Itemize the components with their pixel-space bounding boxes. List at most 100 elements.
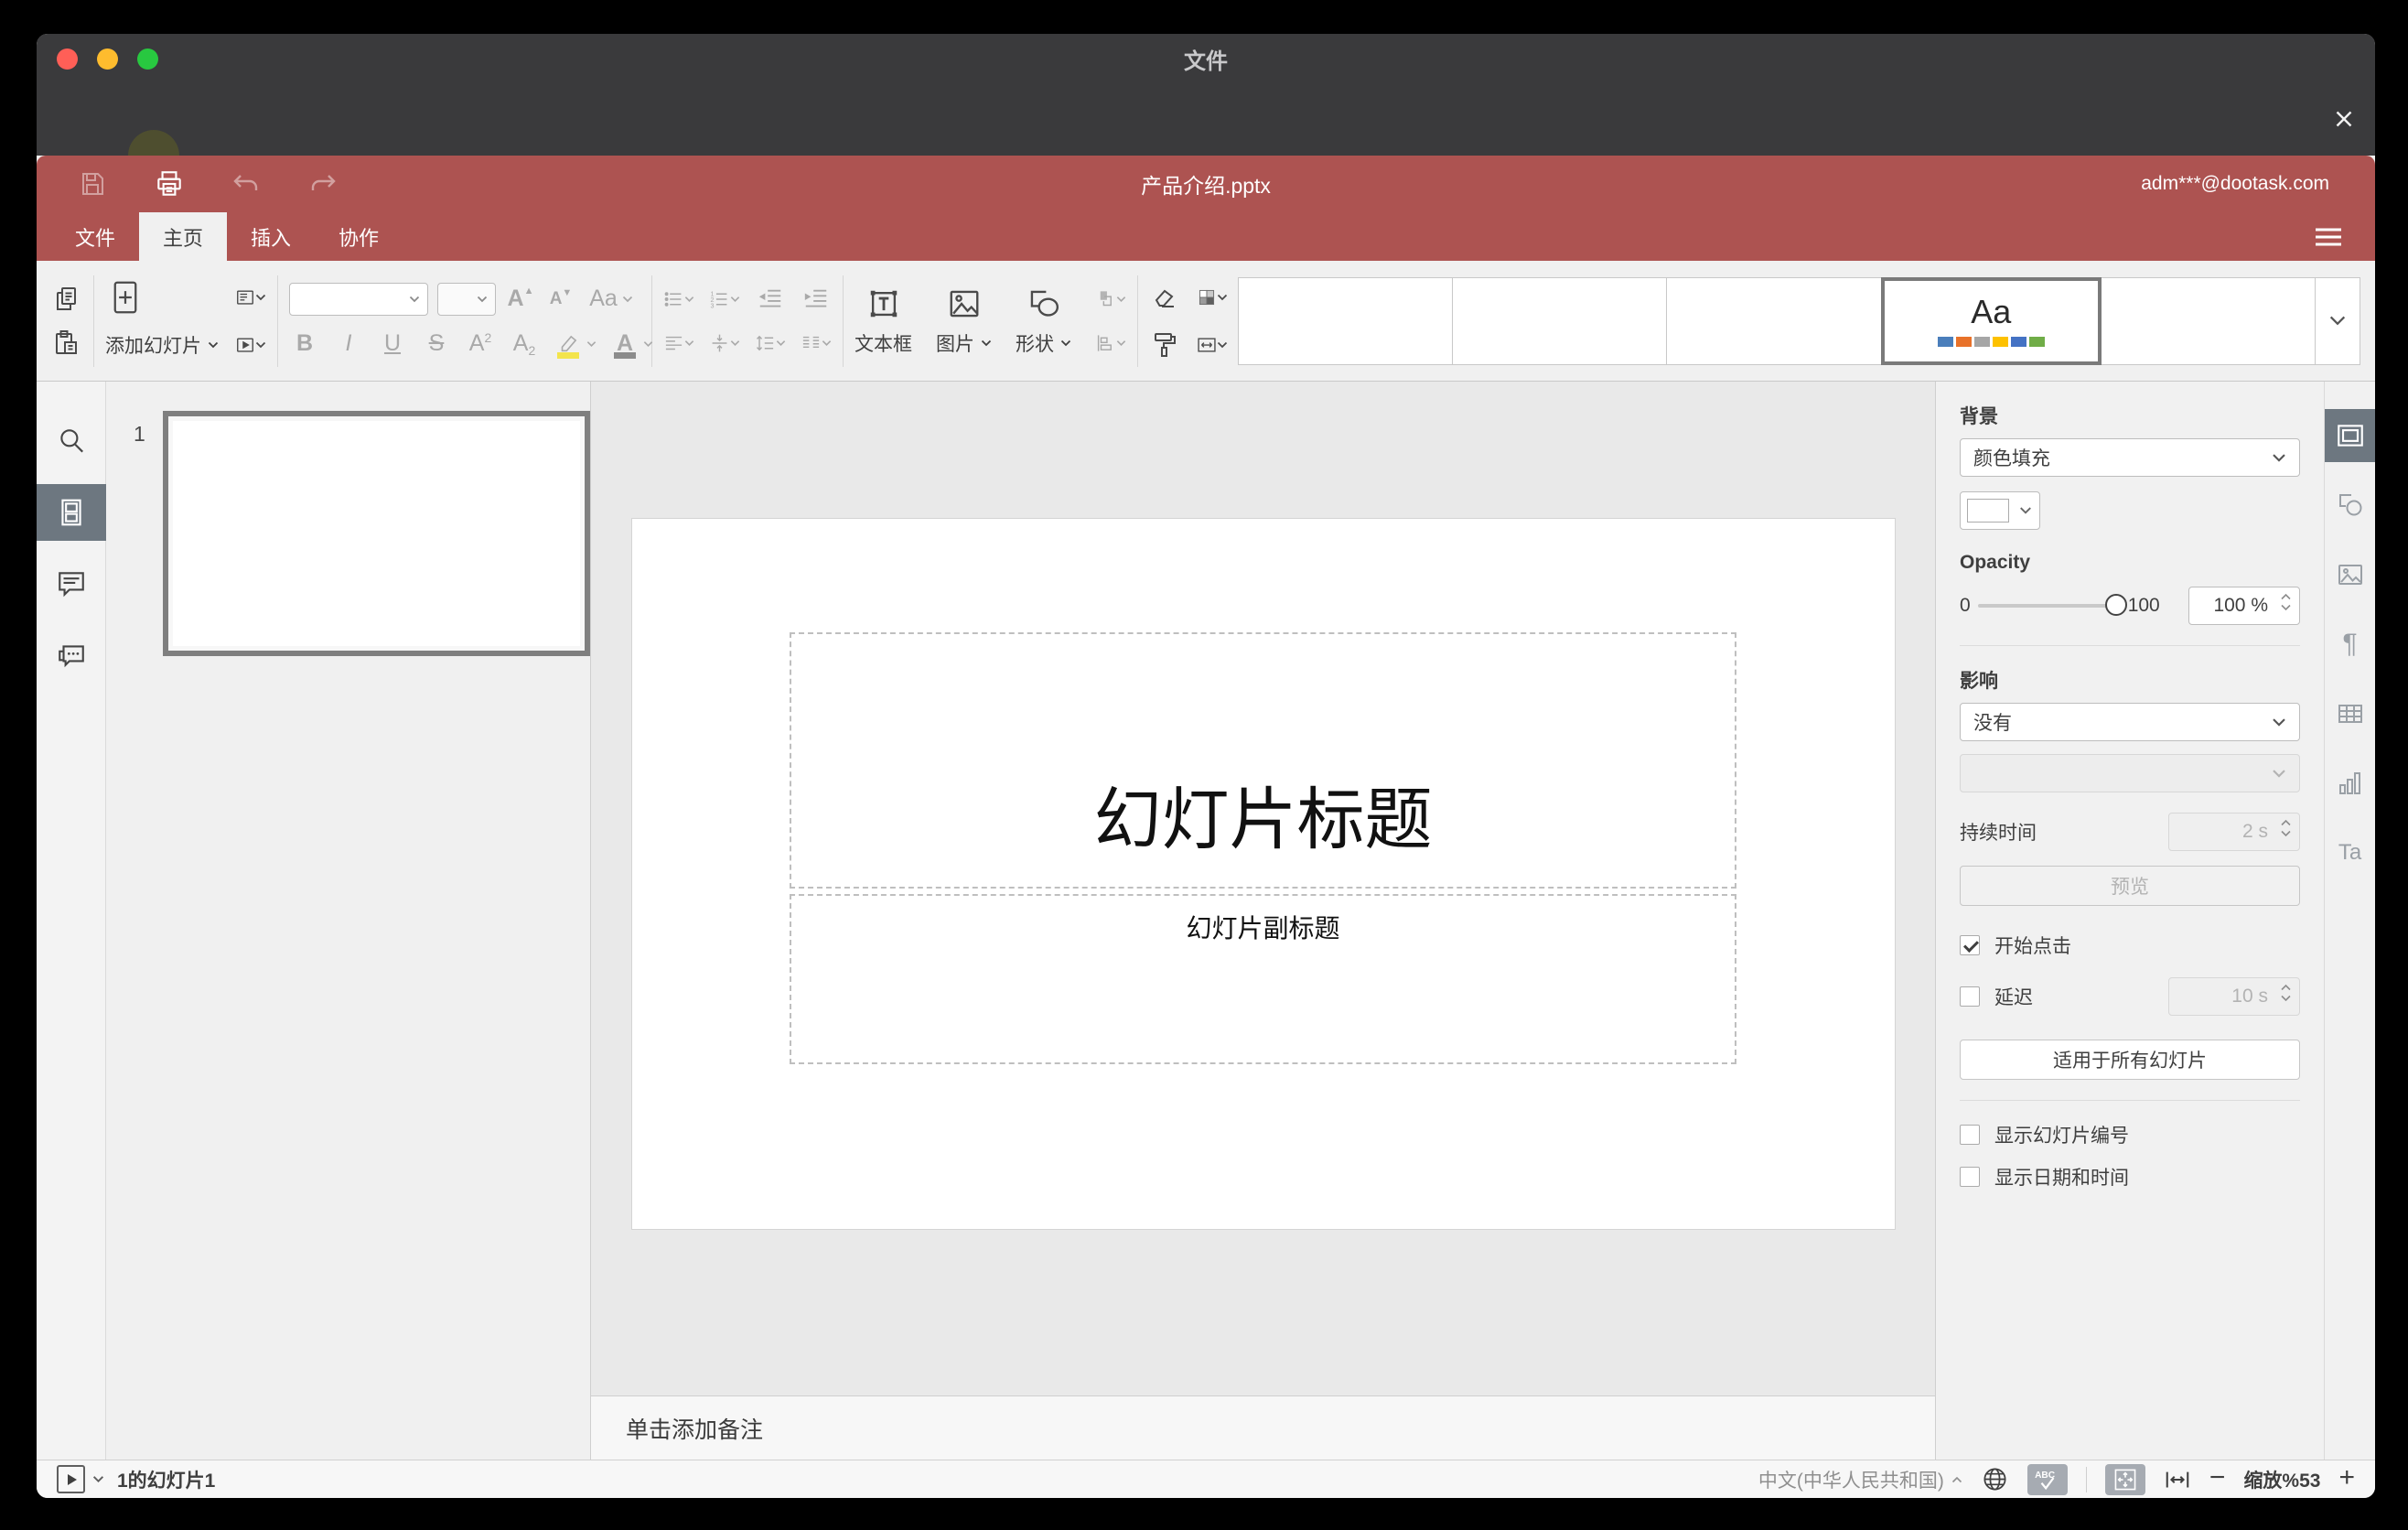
tab-collaboration[interactable]: 协作 xyxy=(315,212,403,261)
bold-icon[interactable]: B xyxy=(289,329,320,360)
superscript-icon[interactable]: A2 xyxy=(465,329,496,360)
text-art-settings-icon[interactable]: Ta xyxy=(2325,826,2376,879)
line-spacing-icon[interactable] xyxy=(755,328,786,359)
language-selector[interactable]: 中文(中华人民共和国) xyxy=(1758,1466,1962,1493)
font-name-select[interactable] xyxy=(289,282,428,316)
increase-indent-icon[interactable] xyxy=(801,284,832,315)
copy-icon[interactable] xyxy=(51,284,82,315)
start-on-click-row[interactable]: 开始点击 xyxy=(1960,932,2300,959)
delay-checkbox[interactable] xyxy=(1960,986,1980,1007)
left-icon-rail xyxy=(37,382,106,1460)
start-preview-icon[interactable] xyxy=(57,1465,85,1493)
decrease-font-icon[interactable]: A ▼ xyxy=(545,284,576,315)
opacity-spinner[interactable] xyxy=(2280,593,2292,611)
print-icon[interactable] xyxy=(154,168,185,199)
theme-option-2[interactable] xyxy=(1452,276,1668,365)
theme-option-selected[interactable]: Aa xyxy=(1880,276,2102,365)
theme-option-1[interactable] xyxy=(1238,276,1454,365)
strikethrough-icon[interactable]: S xyxy=(421,329,452,360)
show-date-checkbox[interactable] xyxy=(1960,1167,1980,1187)
add-slide-icon[interactable] xyxy=(105,277,145,318)
image-settings-icon[interactable] xyxy=(2325,548,2376,601)
color-scheme-icon[interactable] xyxy=(1197,282,1228,313)
opacity-min: 0 xyxy=(1960,595,1971,616)
notes-area[interactable]: 单击添加备注 xyxy=(591,1395,1935,1460)
show-slide-number-row[interactable]: 显示幻灯片编号 xyxy=(1960,1121,2300,1148)
opacity-slider[interactable] xyxy=(1977,594,2127,616)
theme-sample-text: Aa xyxy=(1971,292,2012,330)
menu-icon[interactable] xyxy=(2315,226,2342,248)
start-on-click-checkbox[interactable] xyxy=(1960,935,1980,955)
horizontal-align-icon[interactable] xyxy=(663,328,694,359)
subtitle-placeholder[interactable]: 幻灯片副标题 xyxy=(790,893,1736,1064)
search-icon[interactable] xyxy=(37,413,106,469)
title-placeholder[interactable]: 幻灯片标题 xyxy=(790,632,1736,889)
increase-font-icon[interactable]: A ▲ xyxy=(505,284,536,315)
fit-width-icon[interactable] xyxy=(2164,1466,2191,1493)
paste-icon[interactable] xyxy=(51,328,82,359)
table-settings-icon[interactable] xyxy=(2325,687,2376,740)
copy-style-icon[interactable] xyxy=(1149,329,1180,361)
save-icon[interactable] xyxy=(77,168,108,199)
italic-icon[interactable]: I xyxy=(333,329,364,360)
slide-canvas[interactable]: 幻灯片标题 幻灯片副标题 xyxy=(591,382,1935,1395)
comments-icon[interactable] xyxy=(37,555,106,612)
tab-home[interactable]: 主页 xyxy=(139,212,228,261)
underline-icon[interactable]: U xyxy=(377,329,408,360)
chat-icon[interactable] xyxy=(37,627,106,684)
set-language-globe-icon[interactable] xyxy=(1981,1465,2009,1493)
close-icon[interactable] xyxy=(2326,101,2362,137)
select-tool-icon[interactable] xyxy=(1149,282,1180,313)
bullet-list-icon[interactable] xyxy=(663,284,694,315)
numbered-list-icon[interactable]: 123 xyxy=(709,284,740,315)
zoom-in-icon[interactable]: + xyxy=(2338,1463,2355,1492)
redo-icon[interactable] xyxy=(307,168,339,199)
fit-slide-icon[interactable] xyxy=(2104,1463,2145,1495)
paragraph-group: 123 xyxy=(663,284,832,359)
theme-gallery-expand-icon[interactable] xyxy=(2315,276,2361,365)
change-case-icon[interactable]: Aa xyxy=(586,284,637,315)
show-date-row[interactable]: 显示日期和时间 xyxy=(1960,1163,2300,1191)
subscript-icon[interactable]: A2 xyxy=(509,329,540,360)
vertical-align-icon[interactable] xyxy=(709,328,740,359)
theme-option-3[interactable] xyxy=(1666,276,1882,365)
paragraph-settings-icon[interactable]: ¶ xyxy=(2325,618,2376,671)
effect-select[interactable]: 没有 xyxy=(1960,703,2300,741)
align-shape-icon[interactable] xyxy=(1095,328,1126,359)
font-color-icon[interactable]: A xyxy=(609,329,653,360)
apply-to-all-button[interactable]: 适用于所有幻灯片 xyxy=(1960,1040,2300,1080)
start-slideshow-icon[interactable] xyxy=(235,329,266,361)
background-color-picker[interactable] xyxy=(1960,491,2040,530)
right-icon-rail: ¶ Ta xyxy=(2324,382,2375,1460)
tab-insert[interactable]: 插入 xyxy=(227,212,315,261)
chart-settings-icon[interactable] xyxy=(2325,757,2376,810)
slide-settings-icon[interactable] xyxy=(2324,409,2375,462)
shape-settings-icon[interactable] xyxy=(2325,479,2376,532)
theme-option-5[interactable] xyxy=(2100,276,2317,365)
highlight-color-icon[interactable] xyxy=(553,329,597,360)
arrange-shape-icon[interactable] xyxy=(1095,284,1126,315)
slide-layout-icon[interactable] xyxy=(235,282,266,313)
slide[interactable]: 幻灯片标题 幻灯片副标题 xyxy=(631,519,1895,1229)
add-slide-button[interactable]: 添加幻灯片 xyxy=(105,331,219,359)
font-size-select[interactable] xyxy=(437,282,496,316)
preview-options-chevron-icon[interactable] xyxy=(92,1475,104,1483)
insert-shape[interactable]: 形状 xyxy=(1016,286,1071,357)
zoom-out-icon[interactable]: − xyxy=(2209,1463,2226,1492)
slide-thumbnail-selected[interactable] xyxy=(163,411,590,656)
columns-icon[interactable] xyxy=(801,328,832,359)
slides-panel-icon[interactable] xyxy=(37,484,106,541)
opacity-input[interactable]: 100 % xyxy=(2188,587,2300,625)
delay-row[interactable]: 延迟 10 s xyxy=(1960,977,2300,1016)
decrease-indent-icon[interactable] xyxy=(755,284,786,315)
tab-file[interactable]: 文件 xyxy=(51,212,139,261)
opacity-slider-handle[interactable] xyxy=(2104,594,2127,616)
slide-size-icon[interactable] xyxy=(1197,329,1228,361)
insert-textbox[interactable]: 文本框 xyxy=(855,286,912,357)
background-fill-select[interactable]: 颜色填充 xyxy=(1960,438,2300,477)
show-slide-number-checkbox[interactable] xyxy=(1960,1125,1980,1145)
duration-input: 2 s xyxy=(2168,813,2300,851)
undo-icon[interactable] xyxy=(231,168,262,199)
insert-image[interactable]: 图片 xyxy=(936,286,992,357)
spellcheck-icon[interactable]: ABC xyxy=(2026,1463,2068,1495)
